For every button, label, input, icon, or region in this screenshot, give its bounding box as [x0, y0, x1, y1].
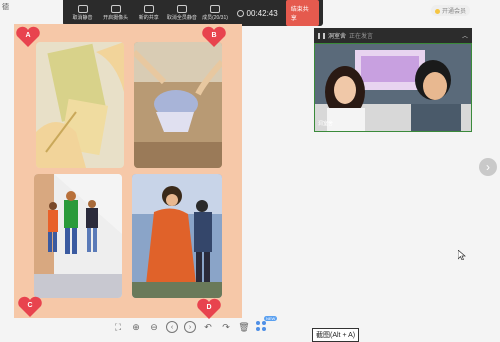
meeting-timer: 00:42:43: [236, 8, 278, 18]
start-camera-label: 开启摄像头: [103, 15, 129, 21]
whiteboard-toolbar: ⛶ ⊕ ⊖ ‹ › ↶ ↷ 🗑 NEW: [112, 316, 278, 334]
new-badge: NEW: [264, 316, 278, 321]
video-panel[interactable]: 洞室舍 正在发言 ︿ 洞室舍: [314, 28, 472, 132]
zoom-out-icon[interactable]: ⊖: [148, 321, 160, 333]
apps-icon[interactable]: NEW: [256, 316, 278, 333]
heart-label-b: B: [211, 32, 217, 39]
heart-marker-d: D: [196, 298, 222, 320]
picture-card-2[interactable]: [134, 42, 222, 168]
collapse-icon[interactable]: ︿: [462, 31, 468, 40]
share-screen-icon: [143, 5, 154, 13]
end-share-button[interactable]: 结束共享: [285, 0, 320, 26]
undo-icon[interactable]: ↶: [202, 321, 214, 333]
start-camera-button[interactable]: 开启摄像头: [100, 5, 131, 21]
next-page-icon[interactable]: ›: [184, 321, 196, 333]
video-panel-header: 洞室舍 正在发言 ︿: [314, 28, 472, 43]
heart-label-a: A: [25, 32, 31, 39]
screenshot-tooltip: 截图(Alt + A): [312, 328, 360, 342]
next-page-arrow[interactable]: ›: [479, 158, 497, 176]
delete-icon[interactable]: 🗑: [238, 321, 250, 333]
mute-all-icon: [176, 5, 187, 13]
app-corner-label: 德: [2, 4, 9, 11]
heart-label-c: C: [27, 302, 33, 309]
unmute-label: 取消静音: [72, 15, 93, 21]
members-icon: [209, 5, 220, 13]
speaking-status: 正在发言: [349, 34, 374, 40]
heart-marker-b: B: [201, 26, 227, 48]
members-label: 成员(20/31): [202, 15, 228, 21]
shared-whiteboard: A B C D: [14, 24, 242, 320]
mouse-cursor-icon: [458, 250, 466, 260]
redo-icon[interactable]: ↷: [220, 321, 232, 333]
timer-value: 00:42:43: [246, 8, 278, 18]
unmute-all-button[interactable]: 取消全员静音: [166, 5, 197, 21]
picture-card-1[interactable]: [36, 42, 124, 168]
audio-level-icon: [318, 32, 325, 39]
heart-label-d: D: [206, 304, 212, 311]
new-share-button[interactable]: 新的共享: [133, 5, 164, 21]
mic-muted-icon: [77, 5, 88, 13]
participant-name: 洞室舍: [318, 121, 334, 127]
members-button[interactable]: 成员(20/31): [199, 5, 230, 21]
picture-card-4[interactable]: [132, 174, 222, 298]
timer-icon: [236, 9, 244, 17]
unmute-all-label: 取消全员静音: [166, 15, 197, 21]
prev-page-icon[interactable]: ‹: [166, 321, 178, 333]
camera-off-icon: [110, 5, 121, 13]
heart-marker-a: A: [15, 26, 41, 48]
unmute-button[interactable]: 取消静音: [67, 5, 98, 21]
picture-card-3[interactable]: [34, 174, 122, 298]
zoom-in-icon[interactable]: ⊕: [130, 321, 142, 333]
meeting-toolbar: 取消静音 开启摄像头 新的共享 取消全员静音 成员(20/31) 00:42:4…: [63, 0, 323, 26]
heart-marker-c: C: [17, 296, 43, 318]
fit-screen-icon[interactable]: ⛶: [112, 321, 124, 333]
member-badge[interactable]: 开通会员: [430, 5, 470, 16]
video-panel-title: 洞室舍: [328, 34, 347, 40]
new-share-label: 新的共享: [138, 15, 159, 21]
video-feed: 洞室舍: [314, 43, 472, 132]
